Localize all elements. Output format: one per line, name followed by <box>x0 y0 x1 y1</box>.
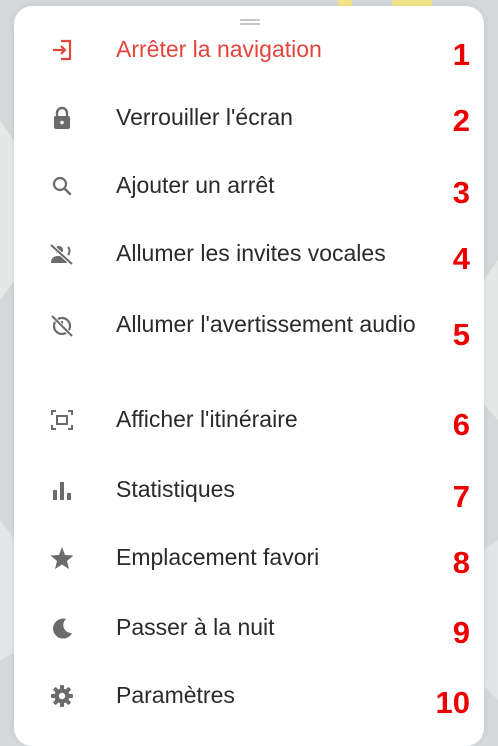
annotation-number: 1 <box>452 37 470 72</box>
menu-item-add-stop[interactable]: Ajouter un arrêt 3 <box>14 164 484 210</box>
lock-icon <box>48 104 76 132</box>
menu-item-voice-prompts[interactable]: Allumer les invites vocales 4 <box>14 232 484 276</box>
drag-handle[interactable] <box>240 19 260 25</box>
menu-item-stop-navigation[interactable]: Arrêter la navigation 1 <box>14 28 484 72</box>
voice-off-icon <box>48 240 76 268</box>
route-overview-icon <box>48 406 76 434</box>
menu-item-statistics[interactable]: Statistiques 7 <box>14 468 484 514</box>
gear-icon <box>48 682 76 710</box>
menu-item-label: Allumer les invites vocales <box>116 240 386 266</box>
star-icon <box>48 544 76 572</box>
menu-item-label: Statistiques <box>116 476 235 502</box>
menu-item-label: Ajouter un arrêt <box>116 172 275 198</box>
menu-item-audio-warning[interactable]: Allumer l'avertissement audio 5 <box>14 306 484 372</box>
search-icon <box>48 172 76 200</box>
bar-chart-icon <box>48 476 76 504</box>
menu-item-favorite-location[interactable]: Emplacement favori 8 <box>14 536 484 580</box>
annotation-number: 9 <box>452 615 470 650</box>
menu-item-night-mode[interactable]: Passer à la nuit 9 <box>14 606 484 650</box>
annotation-number: 3 <box>452 175 470 210</box>
menu-item-label: Arrêter la navigation <box>116 36 322 62</box>
menu-item-label: Afficher l'itinéraire <box>116 406 298 432</box>
alert-off-icon <box>48 312 76 340</box>
annotation-number: 7 <box>452 479 470 514</box>
annotation-number: 10 <box>435 685 470 720</box>
exit-icon <box>48 36 76 64</box>
annotation-number: 6 <box>452 407 470 442</box>
annotation-number: 8 <box>452 545 470 580</box>
menu-item-label: Paramètres <box>116 682 235 708</box>
navigation-menu-sheet: Arrêter la navigation 1 Verrouiller l'éc… <box>14 6 484 746</box>
menu-item-settings[interactable]: Paramètres 10 <box>14 674 484 720</box>
menu-item-lock-screen[interactable]: Verrouiller l'écran 2 <box>14 96 484 140</box>
menu-item-label: Emplacement favori <box>116 544 320 570</box>
menu-item-label: Allumer l'avertissement audio <box>116 311 416 337</box>
annotation-number: 4 <box>452 241 470 276</box>
annotation-number: 5 <box>452 317 470 352</box>
menu-item-label: Verrouiller l'écran <box>116 104 293 130</box>
moon-icon <box>48 614 76 642</box>
menu-item-show-route[interactable]: Afficher l'itinéraire 6 <box>14 398 484 442</box>
menu-item-label: Passer à la nuit <box>116 614 275 640</box>
annotation-number: 2 <box>452 103 470 138</box>
